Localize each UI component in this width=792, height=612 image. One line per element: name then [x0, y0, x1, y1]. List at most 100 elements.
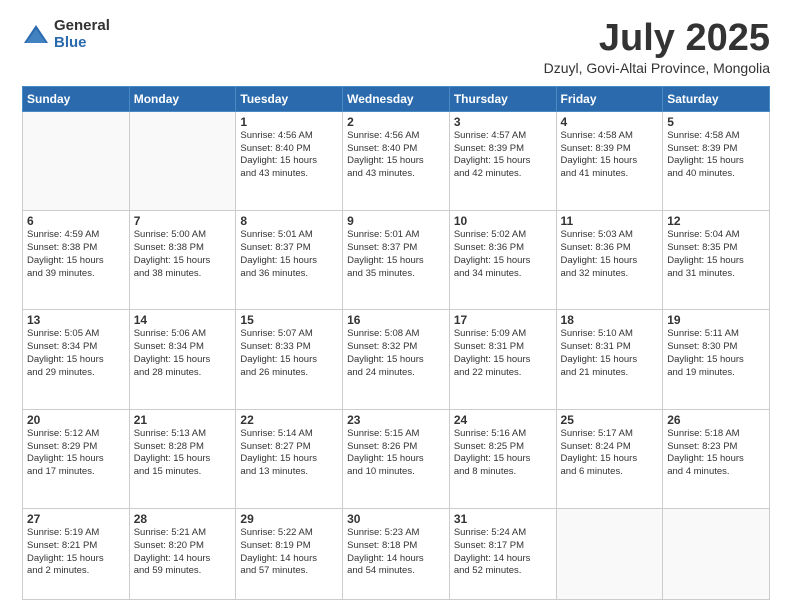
day-info: Sunrise: 5:10 AM Sunset: 8:31 PM Dayligh… — [561, 328, 659, 379]
day-info: Sunrise: 4:56 AM Sunset: 8:40 PM Dayligh… — [347, 130, 445, 181]
day-info: Sunrise: 5:05 AM Sunset: 8:34 PM Dayligh… — [27, 328, 125, 379]
calendar-cell: 29Sunrise: 5:22 AM Sunset: 8:19 PM Dayli… — [236, 509, 343, 600]
day-info: Sunrise: 5:01 AM Sunset: 8:37 PM Dayligh… — [347, 229, 445, 280]
calendar-cell: 7Sunrise: 5:00 AM Sunset: 8:38 PM Daylig… — [129, 211, 236, 310]
logo-text: General Blue — [54, 18, 110, 51]
day-info: Sunrise: 4:57 AM Sunset: 8:39 PM Dayligh… — [454, 130, 552, 181]
day-info: Sunrise: 5:24 AM Sunset: 8:17 PM Dayligh… — [454, 527, 552, 578]
calendar-cell: 16Sunrise: 5:08 AM Sunset: 8:32 PM Dayli… — [343, 310, 450, 409]
day-number: 14 — [134, 313, 232, 327]
day-number: 26 — [667, 413, 765, 427]
weekday-header: Thursday — [449, 86, 556, 111]
calendar-cell: 26Sunrise: 5:18 AM Sunset: 8:23 PM Dayli… — [663, 409, 770, 508]
weekday-header: Wednesday — [343, 86, 450, 111]
calendar-cell — [129, 111, 236, 210]
logo-icon — [22, 21, 50, 49]
day-number: 31 — [454, 512, 552, 526]
logo: General Blue — [22, 18, 110, 51]
day-info: Sunrise: 5:02 AM Sunset: 8:36 PM Dayligh… — [454, 229, 552, 280]
header: General Blue July 2025 Dzuyl, Govi-Altai… — [22, 18, 770, 76]
day-number: 30 — [347, 512, 445, 526]
calendar-cell: 13Sunrise: 5:05 AM Sunset: 8:34 PM Dayli… — [23, 310, 130, 409]
calendar-cell: 31Sunrise: 5:24 AM Sunset: 8:17 PM Dayli… — [449, 509, 556, 600]
day-info: Sunrise: 4:56 AM Sunset: 8:40 PM Dayligh… — [240, 130, 338, 181]
calendar-cell: 24Sunrise: 5:16 AM Sunset: 8:25 PM Dayli… — [449, 409, 556, 508]
calendar-cell: 1Sunrise: 4:56 AM Sunset: 8:40 PM Daylig… — [236, 111, 343, 210]
calendar-week-row: 1Sunrise: 4:56 AM Sunset: 8:40 PM Daylig… — [23, 111, 770, 210]
day-info: Sunrise: 5:21 AM Sunset: 8:20 PM Dayligh… — [134, 527, 232, 578]
weekday-header: Friday — [556, 86, 663, 111]
month-title: July 2025 — [544, 18, 770, 60]
day-number: 12 — [667, 214, 765, 228]
day-number: 11 — [561, 214, 659, 228]
calendar-week-row: 13Sunrise: 5:05 AM Sunset: 8:34 PM Dayli… — [23, 310, 770, 409]
location-title: Dzuyl, Govi-Altai Province, Mongolia — [544, 60, 770, 76]
calendar-cell: 28Sunrise: 5:21 AM Sunset: 8:20 PM Dayli… — [129, 509, 236, 600]
calendar-cell: 30Sunrise: 5:23 AM Sunset: 8:18 PM Dayli… — [343, 509, 450, 600]
day-info: Sunrise: 5:19 AM Sunset: 8:21 PM Dayligh… — [27, 527, 125, 578]
day-info: Sunrise: 5:16 AM Sunset: 8:25 PM Dayligh… — [454, 428, 552, 479]
day-info: Sunrise: 5:03 AM Sunset: 8:36 PM Dayligh… — [561, 229, 659, 280]
calendar-cell: 10Sunrise: 5:02 AM Sunset: 8:36 PM Dayli… — [449, 211, 556, 310]
day-info: Sunrise: 4:59 AM Sunset: 8:38 PM Dayligh… — [27, 229, 125, 280]
day-number: 5 — [667, 115, 765, 129]
calendar-cell — [663, 509, 770, 600]
day-info: Sunrise: 5:00 AM Sunset: 8:38 PM Dayligh… — [134, 229, 232, 280]
day-info: Sunrise: 5:15 AM Sunset: 8:26 PM Dayligh… — [347, 428, 445, 479]
day-number: 23 — [347, 413, 445, 427]
day-info: Sunrise: 5:18 AM Sunset: 8:23 PM Dayligh… — [667, 428, 765, 479]
day-number: 21 — [134, 413, 232, 427]
calendar-cell: 21Sunrise: 5:13 AM Sunset: 8:28 PM Dayli… — [129, 409, 236, 508]
day-info: Sunrise: 5:17 AM Sunset: 8:24 PM Dayligh… — [561, 428, 659, 479]
weekday-header-row: SundayMondayTuesdayWednesdayThursdayFrid… — [23, 86, 770, 111]
day-number: 2 — [347, 115, 445, 129]
weekday-header: Sunday — [23, 86, 130, 111]
day-info: Sunrise: 4:58 AM Sunset: 8:39 PM Dayligh… — [561, 130, 659, 181]
title-block: July 2025 Dzuyl, Govi-Altai Province, Mo… — [544, 18, 770, 76]
day-info: Sunrise: 5:22 AM Sunset: 8:19 PM Dayligh… — [240, 527, 338, 578]
day-info: Sunrise: 5:11 AM Sunset: 8:30 PM Dayligh… — [667, 328, 765, 379]
day-number: 20 — [27, 413, 125, 427]
day-number: 8 — [240, 214, 338, 228]
day-number: 9 — [347, 214, 445, 228]
weekday-header: Saturday — [663, 86, 770, 111]
day-info: Sunrise: 5:08 AM Sunset: 8:32 PM Dayligh… — [347, 328, 445, 379]
calendar-cell: 14Sunrise: 5:06 AM Sunset: 8:34 PM Dayli… — [129, 310, 236, 409]
calendar-cell: 4Sunrise: 4:58 AM Sunset: 8:39 PM Daylig… — [556, 111, 663, 210]
day-number: 25 — [561, 413, 659, 427]
day-number: 24 — [454, 413, 552, 427]
day-number: 16 — [347, 313, 445, 327]
day-info: Sunrise: 5:01 AM Sunset: 8:37 PM Dayligh… — [240, 229, 338, 280]
day-number: 3 — [454, 115, 552, 129]
day-number: 1 — [240, 115, 338, 129]
day-number: 6 — [27, 214, 125, 228]
day-number: 29 — [240, 512, 338, 526]
day-info: Sunrise: 5:23 AM Sunset: 8:18 PM Dayligh… — [347, 527, 445, 578]
weekday-header: Tuesday — [236, 86, 343, 111]
calendar-cell: 12Sunrise: 5:04 AM Sunset: 8:35 PM Dayli… — [663, 211, 770, 310]
day-number: 7 — [134, 214, 232, 228]
calendar-cell: 18Sunrise: 5:10 AM Sunset: 8:31 PM Dayli… — [556, 310, 663, 409]
day-number: 19 — [667, 313, 765, 327]
day-number: 18 — [561, 313, 659, 327]
calendar-cell: 27Sunrise: 5:19 AM Sunset: 8:21 PM Dayli… — [23, 509, 130, 600]
day-info: Sunrise: 4:58 AM Sunset: 8:39 PM Dayligh… — [667, 130, 765, 181]
calendar: SundayMondayTuesdayWednesdayThursdayFrid… — [22, 86, 770, 600]
calendar-week-row: 27Sunrise: 5:19 AM Sunset: 8:21 PM Dayli… — [23, 509, 770, 600]
logo-general: General — [54, 18, 110, 35]
day-info: Sunrise: 5:14 AM Sunset: 8:27 PM Dayligh… — [240, 428, 338, 479]
calendar-week-row: 6Sunrise: 4:59 AM Sunset: 8:38 PM Daylig… — [23, 211, 770, 310]
calendar-cell: 22Sunrise: 5:14 AM Sunset: 8:27 PM Dayli… — [236, 409, 343, 508]
calendar-cell: 2Sunrise: 4:56 AM Sunset: 8:40 PM Daylig… — [343, 111, 450, 210]
calendar-cell: 9Sunrise: 5:01 AM Sunset: 8:37 PM Daylig… — [343, 211, 450, 310]
page: General Blue July 2025 Dzuyl, Govi-Altai… — [0, 0, 792, 612]
calendar-cell — [23, 111, 130, 210]
calendar-cell: 5Sunrise: 4:58 AM Sunset: 8:39 PM Daylig… — [663, 111, 770, 210]
calendar-week-row: 20Sunrise: 5:12 AM Sunset: 8:29 PM Dayli… — [23, 409, 770, 508]
day-info: Sunrise: 5:12 AM Sunset: 8:29 PM Dayligh… — [27, 428, 125, 479]
day-number: 4 — [561, 115, 659, 129]
day-number: 13 — [27, 313, 125, 327]
day-number: 28 — [134, 512, 232, 526]
day-info: Sunrise: 5:13 AM Sunset: 8:28 PM Dayligh… — [134, 428, 232, 479]
calendar-cell: 8Sunrise: 5:01 AM Sunset: 8:37 PM Daylig… — [236, 211, 343, 310]
